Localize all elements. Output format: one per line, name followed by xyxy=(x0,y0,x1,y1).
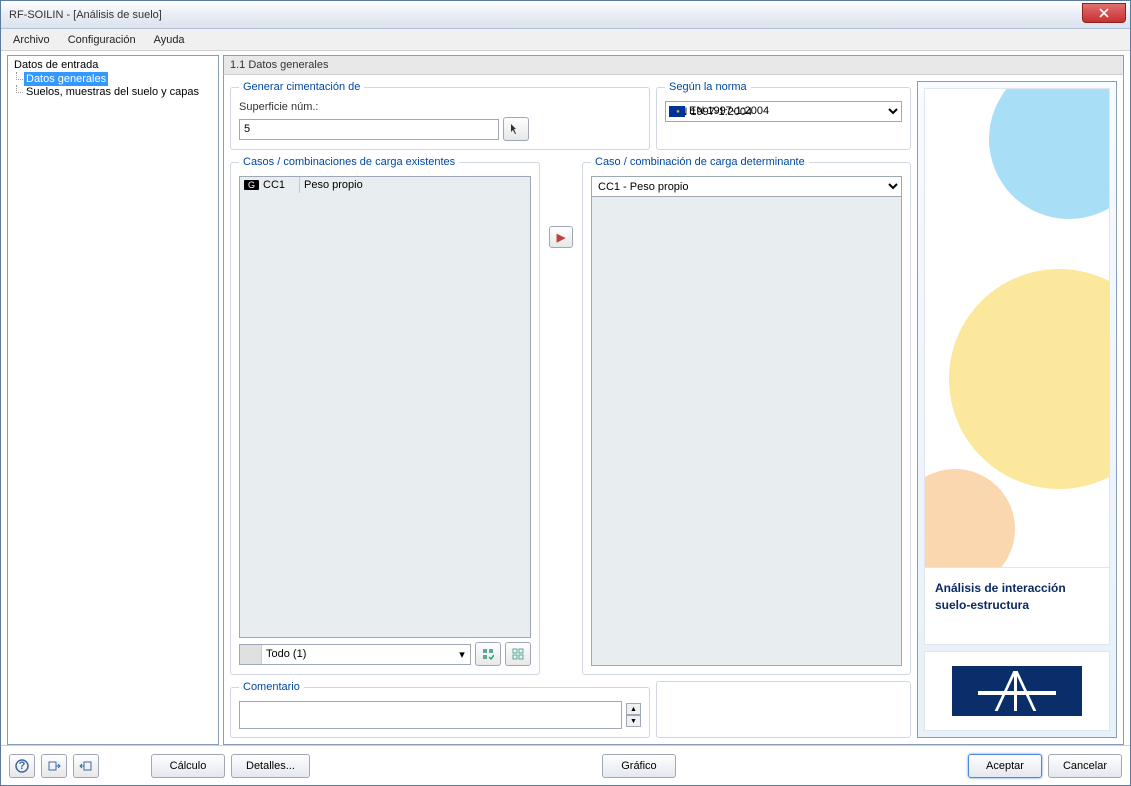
chevron-down-icon[interactable]: ▾ xyxy=(454,648,470,661)
select-norma[interactable]: EN 1997-1:2004 xyxy=(665,101,902,122)
deselect-all-button[interactable] xyxy=(505,642,531,666)
brand-description: Análisis de interacción suelo-estructura xyxy=(924,568,1110,645)
group-casos-existentes: Casos / combinaciones de carga existente… xyxy=(230,156,540,675)
group-generar-cimentacion: Generar cimentación de Superficie núm.: xyxy=(230,81,650,150)
cancelar-button[interactable]: Cancelar xyxy=(1048,754,1122,778)
filter-select[interactable]: Todo (1) ▾ xyxy=(239,644,471,665)
transfer-right-button[interactable]: ▶ xyxy=(549,226,573,248)
legend-casos: Casos / combinaciones de carga existente… xyxy=(239,156,459,168)
brand-graphic: RF-SOILIN xyxy=(924,88,1110,568)
detalles-button[interactable]: Detalles... xyxy=(231,754,310,778)
import-button[interactable] xyxy=(41,754,67,778)
company-logo xyxy=(924,651,1110,731)
menu-configuracion[interactable]: Configuración xyxy=(60,31,144,49)
cases-list[interactable]: G CC1 Peso propio xyxy=(239,176,531,638)
input-superficie[interactable] xyxy=(239,119,499,140)
window-title: RF-SOILIN - [Análisis de suelo] xyxy=(5,9,162,21)
pick-surface-button[interactable] xyxy=(503,117,529,141)
filter-swatch xyxy=(240,645,262,664)
legend-generar: Generar cimentación de xyxy=(239,81,364,93)
select-all-button[interactable] xyxy=(475,642,501,666)
calculo-button[interactable]: Cálculo xyxy=(151,754,225,778)
comment-spin-up[interactable]: ▲ xyxy=(626,703,641,715)
tree-item-suelos[interactable]: Suelos, muestras del suelo y capas xyxy=(24,85,201,99)
menu-ayuda[interactable]: Ayuda xyxy=(146,31,193,49)
load-type-badge: G xyxy=(244,180,259,190)
legend-norma: Según la norma xyxy=(665,81,751,93)
panel-header: 1.1 Datos generales xyxy=(223,55,1124,75)
group-comentario: Comentario ▲ ▼ xyxy=(230,681,650,738)
help-button[interactable]: ? xyxy=(9,754,35,778)
legend-comentario: Comentario xyxy=(239,681,304,693)
aceptar-button[interactable]: Aceptar xyxy=(968,754,1042,778)
svg-text:?: ? xyxy=(19,760,26,772)
group-empty xyxy=(656,681,911,738)
group-caso-determinante: Caso / combinación de carga determinante… xyxy=(582,156,911,675)
select-determinante[interactable]: CC1 - Peso propio xyxy=(591,176,902,197)
case-desc: Peso propio xyxy=(300,177,530,193)
label-superficie: Superficie núm.: xyxy=(239,101,641,113)
export-button[interactable] xyxy=(73,754,99,778)
menubar: Archivo Configuración Ayuda xyxy=(1,29,1130,51)
determinante-body xyxy=(591,197,902,666)
eu-flag-icon xyxy=(669,106,685,117)
list-item[interactable]: G CC1 Peso propio xyxy=(240,177,530,193)
comment-spin-down[interactable]: ▼ xyxy=(626,715,641,727)
grafico-button[interactable]: Gráfico xyxy=(602,754,676,778)
titlebar[interactable]: RF-SOILIN - [Análisis de suelo] xyxy=(1,1,1130,29)
filter-text: Todo (1) xyxy=(262,648,454,660)
menu-archivo[interactable]: Archivo xyxy=(5,31,58,49)
side-panel: RF-SOILIN Análisis de interacción suelo-… xyxy=(917,81,1117,738)
tree-item-datos-generales[interactable]: Datos generales xyxy=(24,72,108,86)
brand-name: RF-SOILIN xyxy=(924,378,929,557)
case-code: CC1 xyxy=(263,179,285,191)
input-comentario[interactable] xyxy=(239,701,622,729)
app-window: RF-SOILIN - [Análisis de suelo] Archivo … xyxy=(0,0,1131,786)
footer-toolbar: ? Cálculo Detalles... Gráfico Aceptar Ca… xyxy=(1,745,1130,785)
legend-determinante: Caso / combinación de carga determinante xyxy=(591,156,809,168)
tree-root[interactable]: Datos de entrada xyxy=(12,58,214,72)
close-button[interactable] xyxy=(1082,3,1126,23)
navigation-tree: Datos de entrada Datos generales Suelos,… xyxy=(7,55,219,745)
group-norma: Según la norma EN 1997-1:2004 EN 1997-1:… xyxy=(656,81,911,150)
